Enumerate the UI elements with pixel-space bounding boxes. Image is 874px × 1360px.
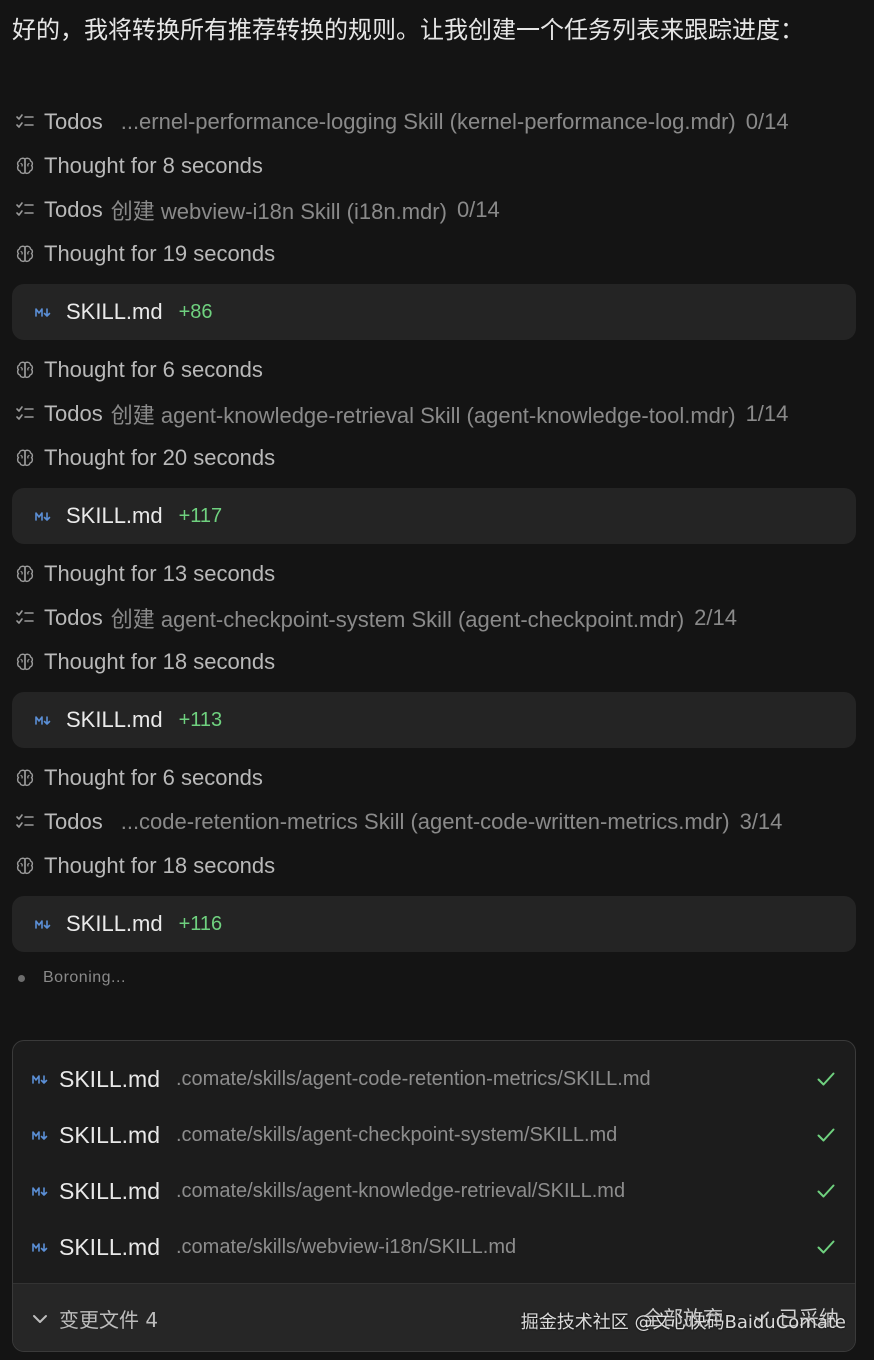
todo-detail: 创建 agent-knowledge-retrieval Skill (agen… xyxy=(110,403,736,428)
markdown-icon xyxy=(34,511,52,522)
file-name: SKILL.md xyxy=(66,911,163,936)
thought-label: Thought for 20 seconds xyxy=(44,445,276,470)
thought-label: Thought for 6 seconds xyxy=(44,765,263,790)
file-path: .comate/skills/agent-checkpoint-system/S… xyxy=(176,1123,618,1146)
thought-row[interactable]: Thought for 13 seconds xyxy=(14,559,275,589)
file-edit-card[interactable]: SKILL.md +116 xyxy=(12,896,856,952)
markdown-icon xyxy=(31,1130,49,1141)
brain-icon xyxy=(14,243,36,265)
lines-added: +116 xyxy=(178,912,223,935)
checklist-icon xyxy=(14,403,36,425)
checklist-icon xyxy=(14,111,36,133)
file-path: .comate/skills/webview-i18n/SKILL.md xyxy=(176,1235,517,1258)
file-path: .comate/skills/agent-code-retention-metr… xyxy=(176,1067,651,1090)
thought-row[interactable]: Thought for 6 seconds xyxy=(14,763,263,793)
thought-label: Thought for 19 seconds xyxy=(44,241,276,266)
markdown-icon xyxy=(34,307,52,318)
brain-icon xyxy=(14,359,36,381)
changed-files-toggle[interactable]: 变更文件 4 xyxy=(31,1304,158,1333)
brain-icon xyxy=(14,447,36,469)
todo-row[interactable]: Todos ...ernel-performance-logging Skill … xyxy=(14,107,789,137)
todo-progress: 0/14 xyxy=(745,109,789,134)
todo-progress: 3/14 xyxy=(739,809,783,834)
file-edit-card[interactable]: SKILL.md +86 xyxy=(12,284,856,340)
markdown-icon xyxy=(31,1074,49,1085)
checklist-icon xyxy=(14,811,36,833)
status-dot-icon xyxy=(18,974,25,982)
todo-row[interactable]: Todos 创建 webview-i18n Skill (i18n.mdr) 0/1… xyxy=(14,195,500,225)
checklist-icon xyxy=(14,607,36,629)
thought-label: Thought for 6 seconds xyxy=(44,357,263,382)
brain-icon xyxy=(14,563,36,585)
file-path: .comate/skills/agent-knowledge-retrieval… xyxy=(176,1179,626,1202)
changed-file-row[interactable]: SKILL.md .comate/skills/webview-i18n/SKIL… xyxy=(13,1219,855,1275)
changed-file-row[interactable]: SKILL.md .comate/skills/agent-knowledge-r… xyxy=(13,1163,855,1219)
todo-label: Todos xyxy=(44,809,103,834)
changed-files-panel: SKILL.md .comate/skills/agent-code-retent… xyxy=(12,1040,856,1352)
thought-row[interactable]: Thought for 19 seconds xyxy=(14,239,275,269)
todo-progress: 2/14 xyxy=(694,605,737,630)
changed-file-row[interactable]: SKILL.md .comate/skills/agent-code-retent… xyxy=(13,1051,855,1107)
file-name: SKILL.md xyxy=(66,503,163,528)
markdown-icon xyxy=(31,1242,49,1253)
brain-icon xyxy=(14,855,36,877)
file-name: SKILL.md xyxy=(66,707,163,732)
todo-detail: 创建 agent-checkpoint-system Skill (agent-… xyxy=(110,607,685,632)
todo-progress: 1/14 xyxy=(745,401,789,426)
brain-icon xyxy=(14,767,36,789)
check-icon xyxy=(815,1180,837,1202)
changed-file-row[interactable]: SKILL.md .comate/skills/agent-checkpoint-… xyxy=(13,1107,855,1163)
file-name: SKILL.md xyxy=(66,299,163,324)
file-edit-card[interactable]: SKILL.md +117 xyxy=(12,488,856,544)
markdown-icon xyxy=(31,1186,49,1197)
todo-row[interactable]: Todos ...code-retention-metrics Skill (ag… xyxy=(14,807,782,837)
thought-row[interactable]: Thought for 20 seconds xyxy=(14,443,275,473)
thought-label: Thought for 13 seconds xyxy=(44,561,276,586)
chevron-down-icon xyxy=(33,1314,47,1323)
brain-icon xyxy=(14,155,36,177)
thought-row[interactable]: Thought for 18 seconds xyxy=(14,851,275,881)
brain-icon xyxy=(14,651,36,673)
file-name: SKILL.md xyxy=(59,1177,160,1204)
thought-row[interactable]: Thought for 6 seconds xyxy=(14,355,263,385)
file-name: SKILL.md xyxy=(59,1121,160,1148)
todo-row[interactable]: Todos 创建 agent-knowledge-retrieval Skill … xyxy=(14,399,788,429)
assistant-intro-message: 好的，我将转换所有推荐转换的规则。让我创建一个任务列表来跟踪进度： xyxy=(12,16,804,44)
todo-progress: 0/14 xyxy=(456,197,500,222)
thought-row[interactable]: Thought for 18 seconds xyxy=(14,647,275,677)
generating-status: Boroning... xyxy=(18,964,126,992)
thought-label: Thought for 8 seconds xyxy=(44,153,263,178)
check-icon xyxy=(815,1236,837,1258)
generating-label: Boroning... xyxy=(43,969,126,986)
thought-label: Thought for 18 seconds xyxy=(44,853,276,878)
todo-row[interactable]: Todos 创建 agent-checkpoint-system Skill (a… xyxy=(14,603,737,633)
lines-added: +113 xyxy=(178,708,223,731)
file-edit-card[interactable]: SKILL.md +113 xyxy=(12,692,856,748)
changed-files-label: 变更文件 4 xyxy=(59,1308,159,1332)
lines-added: +86 xyxy=(178,300,213,323)
file-name: SKILL.md xyxy=(59,1065,160,1092)
thought-row[interactable]: Thought for 8 seconds xyxy=(14,151,263,181)
check-icon xyxy=(815,1068,837,1090)
todo-detail: ...code-retention-metrics Skill (agent-c… xyxy=(120,809,730,834)
todo-detail: ...ernel-performance-logging Skill (kern… xyxy=(120,109,736,134)
markdown-icon xyxy=(34,919,52,930)
thought-label: Thought for 18 seconds xyxy=(44,649,276,674)
watermark: 掘金技术社区 @文心快码BaiduComate xyxy=(520,1312,846,1333)
check-icon xyxy=(815,1124,837,1146)
todo-label: Todos xyxy=(44,109,103,134)
todo-label: Todos xyxy=(44,401,103,426)
todo-label: Todos xyxy=(44,197,103,222)
file-name: SKILL.md xyxy=(59,1233,160,1260)
todo-label: Todos xyxy=(44,605,103,630)
lines-added: +117 xyxy=(178,504,223,527)
checklist-icon xyxy=(14,199,36,221)
todo-detail: 创建 webview-i18n Skill (i18n.mdr) xyxy=(110,199,447,224)
markdown-icon xyxy=(34,715,52,726)
